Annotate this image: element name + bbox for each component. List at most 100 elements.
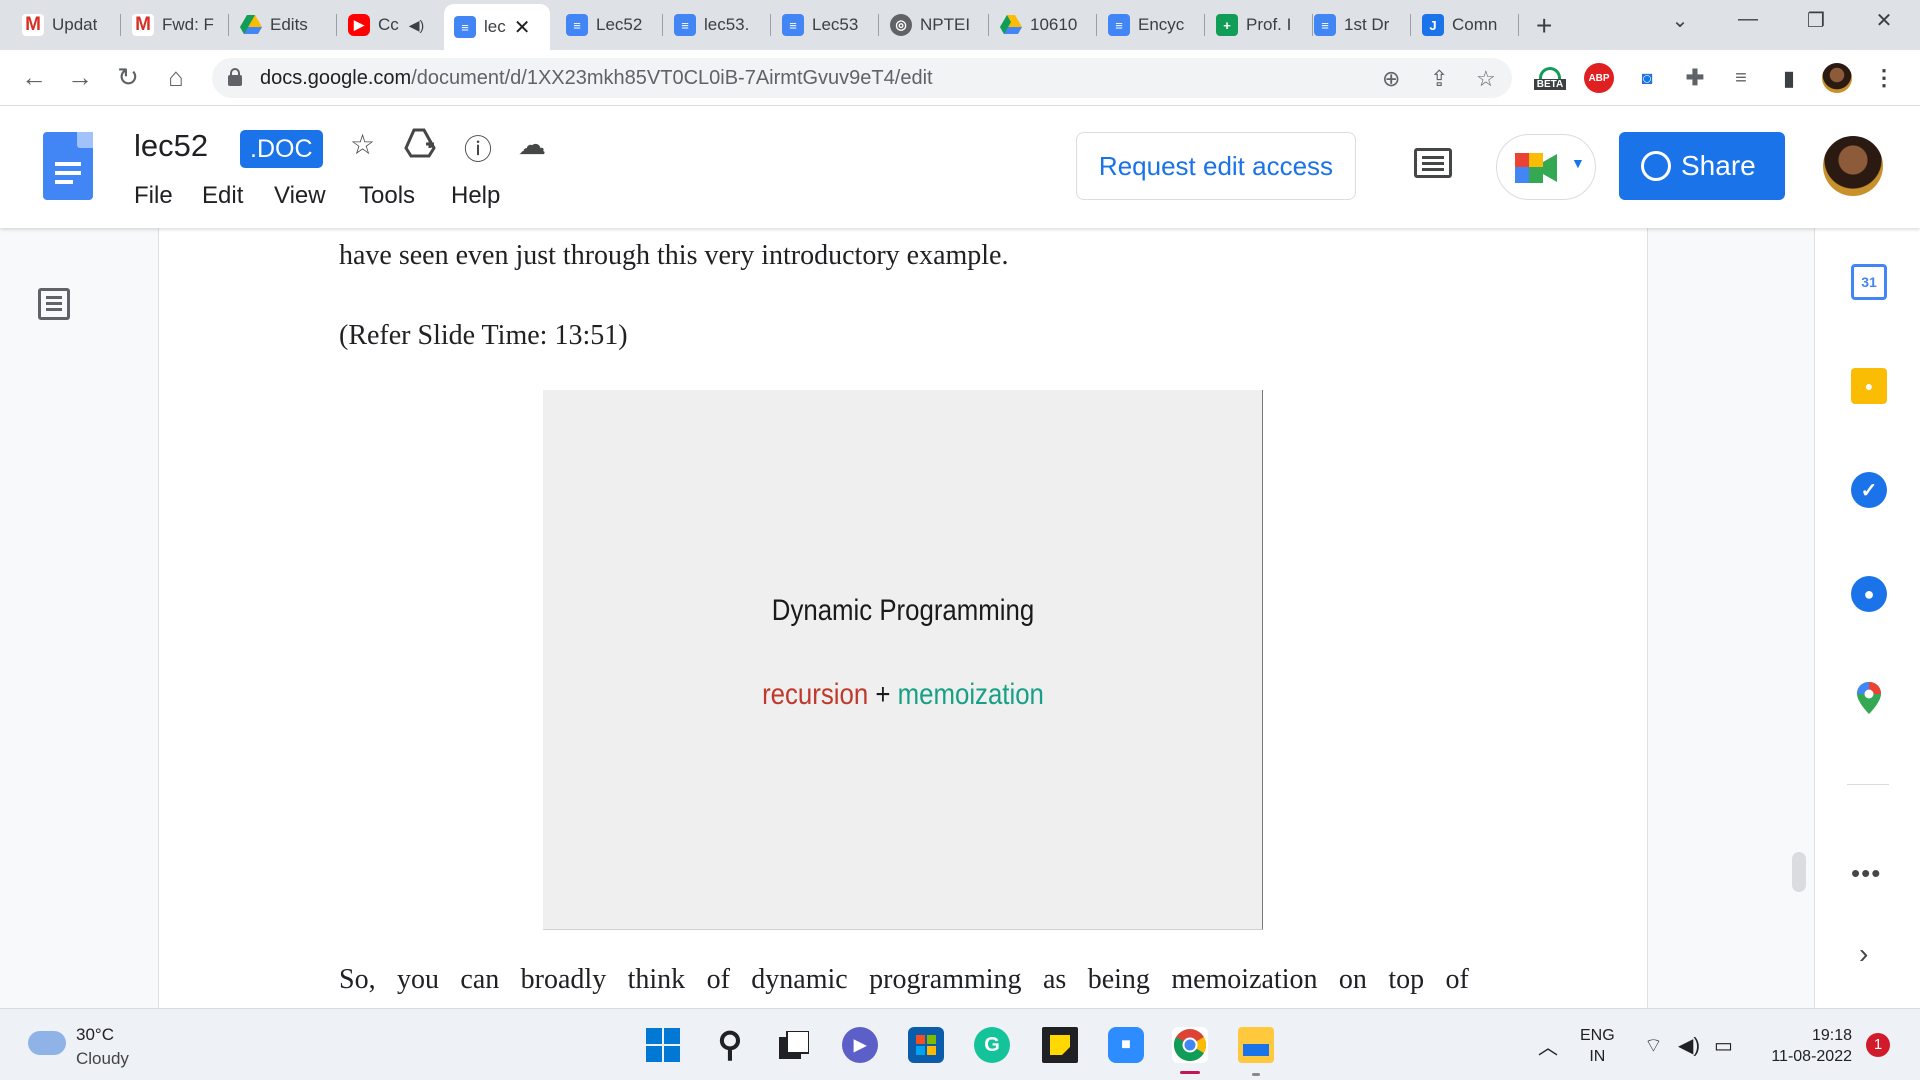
vertical-scrollbar[interactable] [1792, 852, 1806, 892]
cloud-icon[interactable] [28, 1031, 66, 1055]
new-tab-button[interactable]: + [1536, 10, 1552, 42]
expand-panel-icon[interactable]: › [1859, 938, 1868, 970]
sticky-notes-icon[interactable] [1042, 1027, 1078, 1063]
reload-icon[interactable]: ↻ [112, 62, 144, 93]
tab[interactable]: J Comn [1412, 8, 1516, 42]
tab-title: Encyc [1138, 15, 1185, 34]
show-hidden-icons-icon[interactable]: ︿ [1538, 1031, 1558, 1060]
share-button[interactable]: Share [1619, 132, 1785, 200]
calendar-icon[interactable]: 31 [1851, 264, 1887, 300]
home-icon[interactable]: ⌂ [160, 62, 192, 93]
tab[interactable]: ◎ NPTEI [880, 8, 986, 42]
tab-divider [120, 14, 121, 36]
document-page[interactable]: have seen even just through this very in… [158, 228, 1648, 1008]
extensions-puzzle-icon[interactable]: ✚ [1680, 63, 1710, 93]
file-explorer-icon[interactable] [1238, 1027, 1274, 1063]
task-view-icon[interactable] [776, 1027, 812, 1063]
menu-file[interactable]: File [134, 182, 173, 210]
reading-list-icon[interactable]: ≡ [1726, 63, 1756, 93]
docs-logo-icon[interactable] [43, 132, 93, 200]
app-indicator [1252, 1073, 1260, 1076]
lock-icon[interactable] [228, 68, 242, 86]
move-to-drive-icon[interactable] [404, 128, 436, 165]
tab-active[interactable]: ≡ lec ✕ [444, 4, 550, 50]
account-avatar[interactable] [1823, 136, 1883, 196]
tab-divider [878, 14, 879, 36]
meet-icon [1515, 153, 1557, 183]
weather-temperature[interactable]: 30°C [76, 1025, 114, 1045]
contacts-icon[interactable]: ● [1851, 576, 1887, 612]
weather-description[interactable]: Cloudy [76, 1049, 129, 1069]
tab-divider [228, 14, 229, 36]
info-icon[interactable]: ⓘ [464, 128, 492, 168]
zoom-app-icon[interactable]: ■ [1108, 1027, 1144, 1063]
minimize-icon[interactable]: — [1728, 8, 1768, 31]
language-indicator[interactable]: ENG IN [1580, 1025, 1615, 1067]
menu-help[interactable]: Help [451, 182, 500, 210]
volume-icon[interactable]: ◀) [1678, 1033, 1700, 1058]
menu-view[interactable]: View [274, 182, 326, 210]
microsoft-store-icon[interactable] [908, 1027, 944, 1063]
tab[interactable]: ▶ Cc ◀) [338, 8, 438, 42]
menu-edit[interactable]: Edit [202, 182, 243, 210]
restore-icon[interactable]: ❐ [1796, 8, 1836, 33]
share-page-icon[interactable]: ⇪ [1430, 66, 1448, 92]
back-icon[interactable]: ← [18, 62, 50, 93]
profile-avatar[interactable] [1822, 63, 1852, 93]
windows-start-icon[interactable] [645, 1027, 681, 1063]
chrome-menu-icon[interactable]: ⋮ [1872, 63, 1896, 93]
jira-icon: J [1422, 14, 1444, 36]
tab[interactable]: ≡ lec53. [664, 8, 768, 42]
star-icon[interactable]: ☆ [350, 128, 375, 161]
document-title[interactable]: lec52 [134, 128, 208, 164]
beta-extension-icon[interactable]: BETA [1530, 63, 1570, 93]
tasks-icon[interactable]: ✓ [1851, 472, 1887, 508]
notification-badge[interactable]: 1 [1866, 1033, 1890, 1057]
screen-record-icon[interactable]: ◙ [1632, 63, 1662, 93]
tab[interactable]: M Fwd: F [122, 8, 226, 42]
tab[interactable]: + Prof. I [1206, 8, 1310, 42]
grammarly-icon[interactable]: G [974, 1027, 1010, 1063]
tab-search-icon[interactable]: ⌄ [1660, 8, 1700, 33]
menu-tools[interactable]: Tools [359, 182, 415, 210]
battery-icon[interactable]: ▭ [1714, 1033, 1733, 1058]
adblock-icon[interactable]: ABP [1584, 63, 1614, 93]
globe-icon: ◎ [890, 14, 912, 36]
cloud-status-icon[interactable]: ☁ [518, 128, 546, 161]
maps-icon[interactable] [1851, 680, 1887, 716]
forward-icon[interactable]: → [64, 62, 96, 93]
tab[interactable]: ≡ Lec53 [772, 8, 876, 42]
slide-subtitle: recursion + memoization [593, 678, 1212, 712]
slide-plus-text: + [875, 678, 891, 711]
comments-icon[interactable] [1414, 148, 1452, 184]
close-tab-icon[interactable]: ✕ [514, 15, 531, 40]
chrome-icon[interactable] [1172, 1027, 1208, 1063]
url-text[interactable]: docs.google.com/document/d/1XX23mkh85VT0… [260, 67, 933, 90]
meet-button[interactable]: ▼ [1496, 134, 1596, 200]
request-edit-access-button[interactable]: Request edit access [1076, 132, 1356, 200]
tab[interactable]: ≡ Encyc [1098, 8, 1202, 42]
tab[interactable]: M Updat [12, 8, 118, 42]
active-app-indicator [1180, 1071, 1200, 1074]
tab[interactable]: 10610 [990, 8, 1094, 42]
wifi-icon[interactable]: ⌔ [1644, 1033, 1663, 1058]
outline-icon[interactable] [38, 288, 70, 320]
search-icon[interactable]: ⚲ [712, 1026, 748, 1064]
globe-icon [1641, 151, 1671, 181]
teams-chat-icon[interactable]: ▶ [842, 1027, 878, 1063]
docs-icon: ≡ [674, 14, 696, 36]
system-clock[interactable]: 19:18 11-08-2022 [1760, 1025, 1852, 1067]
address-bar[interactable]: docs.google.com/document/d/1XX23mkh85VT0… [212, 58, 1512, 98]
tab[interactable]: Edits [230, 8, 334, 42]
keep-icon[interactable]: ● [1851, 368, 1887, 404]
more-apps-icon[interactable]: ••• [1851, 858, 1881, 889]
tab-title: lec53. [704, 15, 750, 34]
zoom-icon[interactable]: ⊕ [1382, 66, 1400, 92]
speaker-icon[interactable]: ◀) [409, 17, 424, 34]
tab[interactable]: ≡ Lec52 [556, 8, 660, 42]
slide-image[interactable]: Dynamic Programming recursion + memoizat… [543, 390, 1263, 930]
tab[interactable]: ≡ 1st Dr [1304, 8, 1408, 42]
close-window-icon[interactable]: ✕ [1864, 8, 1904, 33]
side-panel-icon[interactable]: ▮ [1774, 63, 1804, 93]
bookmark-star-icon[interactable]: ☆ [1476, 66, 1496, 92]
